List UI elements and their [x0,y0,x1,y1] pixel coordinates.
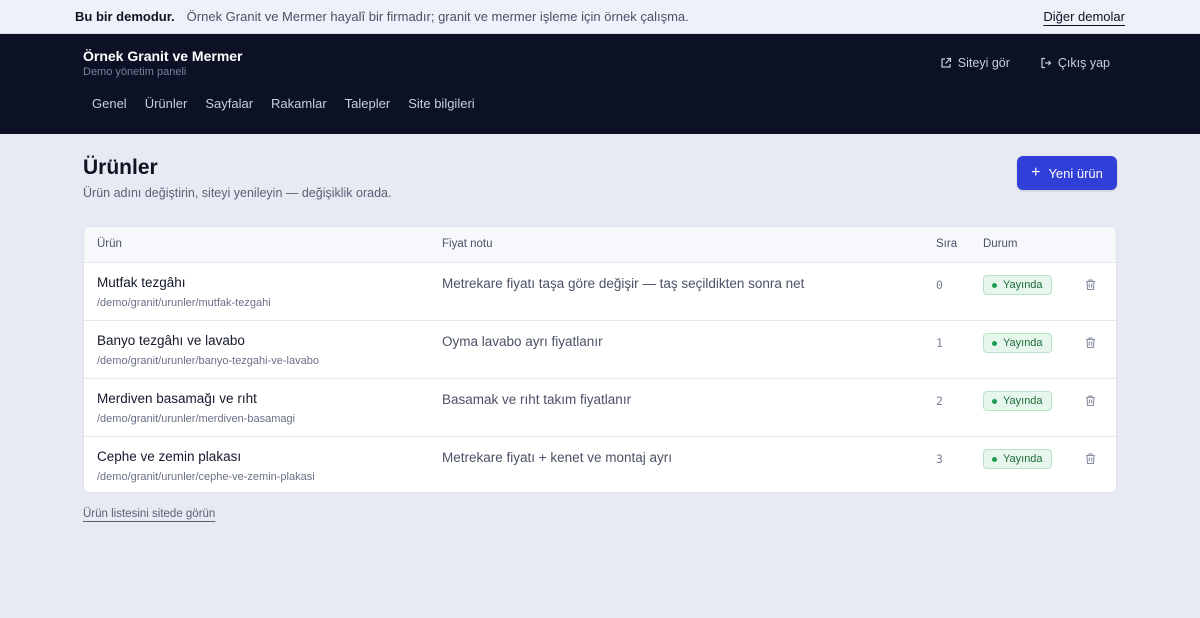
brand: Örnek Granit ve Mermer Demo yönetim pane… [83,48,243,78]
product-order: 2 [936,394,943,408]
main-nav: Genel Ürünler Sayfalar Rakamlar Talepler… [83,96,484,111]
admin-header: Örnek Granit ve Mermer Demo yönetim pane… [0,34,1200,134]
trash-icon[interactable] [1084,336,1097,349]
status-label: Yayında [1003,395,1043,407]
status-dot [992,340,997,346]
product-path: /demo/granit/urunler/cephe-ve-zemin-plak… [97,471,315,483]
table-row[interactable]: Banyo tezgâhı ve lavabo /demo/granit/uru… [84,321,1116,379]
trash-icon[interactable] [1084,452,1097,465]
product-name[interactable]: Mutfak tezgâhı [97,275,186,290]
product-price-note: Basamak ve rıht takım fiyatlanır [442,392,632,407]
product-path: /demo/granit/urunler/mutfak-tezgahi [97,297,271,309]
external-link-icon [941,57,951,68]
product-name[interactable]: Merdiven basamağı ve rıht [97,391,257,406]
demo-banner-description: Örnek Granit ve Mermer hayalî bir firmad… [186,9,689,24]
column-header-price-note: Fiyat notu [442,238,493,250]
products-table: Ürün Fiyat notu Sıra Durum Mutfak tezgâh… [83,226,1117,493]
nav-item-rakamlar[interactable]: Rakamlar [262,96,336,111]
status-dot [992,398,997,404]
status-dot [992,282,997,288]
product-price-note: Metrekare fiyatı + kenet ve montaj ayrı [442,450,672,465]
table-row[interactable]: Cephe ve zemin plakası /demo/granit/urun… [84,437,1116,492]
nav-item-talepler[interactable]: Talepler [336,96,400,111]
view-site-button[interactable]: Siteyi gör [940,56,1010,70]
status-badge: Yayında [983,449,1052,469]
view-site-label: Siteyi gör [957,56,1010,70]
plus-icon: + [1031,164,1041,181]
status-label: Yayında [1003,453,1043,465]
product-order: 0 [936,278,943,292]
product-path: /demo/granit/urunler/merdiven-basamagi [97,413,296,425]
table-header: Ürün Fiyat notu Sıra Durum [84,227,1116,263]
demo-banner-title: Bu bir demodur. [75,9,175,24]
brand-subtitle: Demo yönetim paneli [83,66,187,78]
product-name[interactable]: Cephe ve zemin plakası [97,449,241,464]
status-dot [992,456,997,462]
table-row[interactable]: Merdiven basamağı ve rıht /demo/granit/u… [84,379,1116,437]
status-badge: Yayında [983,275,1052,295]
column-header-status: Durum [983,238,1018,250]
view-product-list-link[interactable]: Ürün listesini sitede görün [83,508,215,520]
product-name[interactable]: Banyo tezgâhı ve lavabo [97,333,245,348]
status-badge: Yayında [983,391,1052,411]
new-product-label: Yeni ürün [1048,165,1103,181]
product-price-note: Metrekare fiyatı taşa göre değişir — taş… [442,276,805,291]
status-label: Yayında [1003,337,1043,349]
header-actions: Siteyi gör Çıkış yap [940,56,1110,70]
page-subtitle: Ürün adını değiştirin, siteyi yenileyin … [83,186,392,200]
nav-item-urunler[interactable]: Ürünler [136,96,197,111]
trash-icon[interactable] [1084,394,1097,407]
product-path: /demo/granit/urunler/banyo-tezgahi-ve-la… [97,355,319,367]
trash-icon[interactable] [1084,278,1097,291]
page-title: Ürünler [83,156,158,179]
column-header-product: Ürün [97,238,122,250]
demo-banner: Bu bir demodur. Örnek Granit ve Mermer h… [0,0,1200,34]
nav-item-genel[interactable]: Genel [83,96,136,111]
logout-label: Çıkış yap [1057,56,1110,70]
brand-name: Örnek Granit ve Mermer [83,48,243,64]
status-label: Yayında [1003,279,1043,291]
other-demos-link[interactable]: Diğer demolar [1043,9,1125,24]
nav-item-sayfalar[interactable]: Sayfalar [196,96,262,111]
product-order: 3 [936,452,943,466]
logout-button[interactable]: Çıkış yap [1040,56,1110,70]
table-row[interactable]: Mutfak tezgâhı /demo/granit/urunler/mutf… [84,263,1116,321]
new-product-button[interactable]: + Yeni ürün [1017,156,1117,190]
product-order: 1 [936,336,943,350]
status-badge: Yayında [983,333,1052,353]
nav-item-site-bilgileri[interactable]: Site bilgileri [399,96,483,111]
logout-icon [1041,57,1052,69]
product-price-note: Oyma lavabo ayrı fiyatlanır [442,334,603,349]
column-header-order: Sıra [936,238,958,250]
